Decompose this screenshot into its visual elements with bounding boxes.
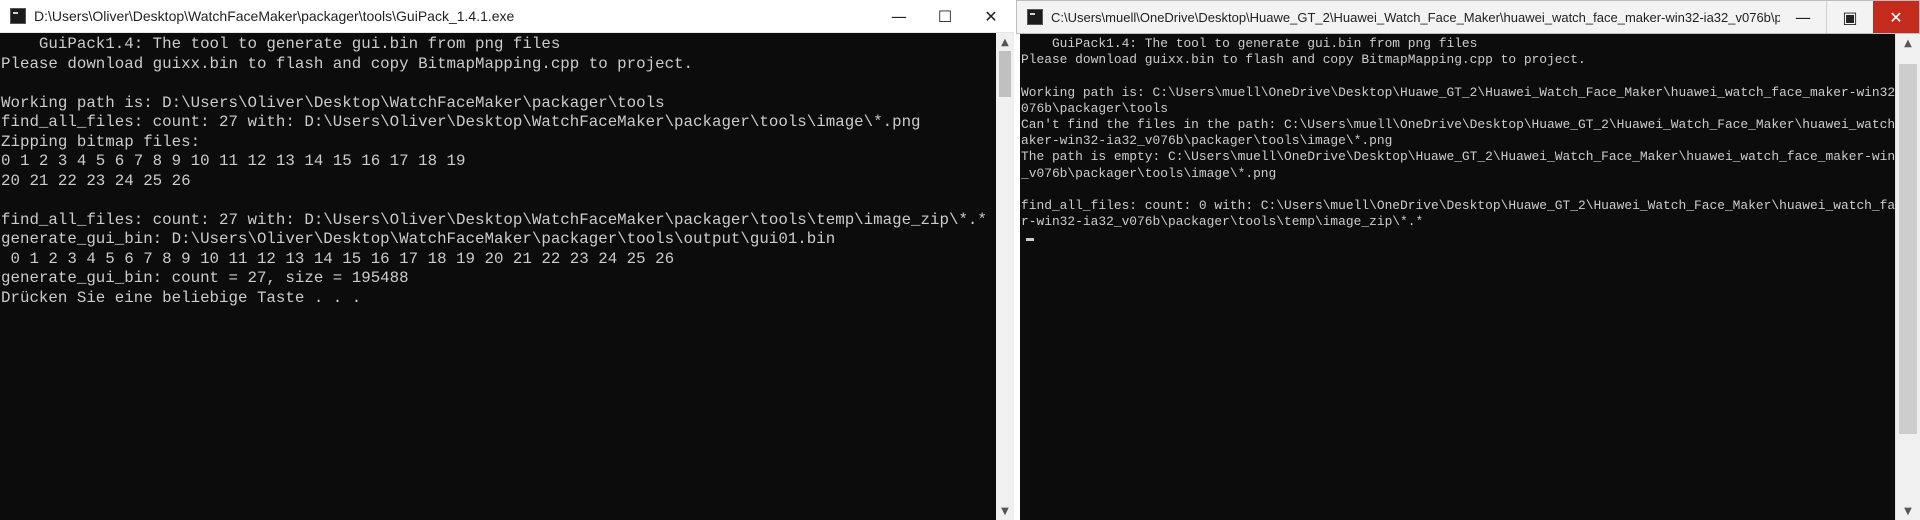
scroll-up-arrow-icon[interactable]: ▲ bbox=[996, 33, 1014, 51]
console-text: GuiPack1.4: The tool to generate gui.bin… bbox=[1021, 36, 1896, 230]
console-window-huawei-packager[interactable]: C:\Users\muell\OneDrive\Desktop\Huawe_GT… bbox=[1016, 0, 1920, 520]
scrollbar-thumb[interactable] bbox=[999, 51, 1011, 97]
console-text: GuiPack1.4: The tool to generate gui.bin… bbox=[1, 35, 987, 307]
scroll-up-arrow-icon[interactable]: ▲ bbox=[1896, 34, 1920, 52]
console-window-guipack-1-4-1[interactable]: D:\Users\Oliver\Desktop\WatchFaceMaker\p… bbox=[0, 0, 1014, 520]
window-title: C:\Users\muell\OneDrive\Desktop\Huawe_GT… bbox=[1051, 9, 1780, 25]
console-output-area[interactable]: GuiPack1.4: The tool to generate gui.bin… bbox=[0, 33, 996, 520]
window-title-bar[interactable]: D:\Users\Oliver\Desktop\WatchFaceMaker\p… bbox=[0, 0, 1014, 33]
scrollbar-thumb[interactable] bbox=[1899, 64, 1917, 434]
vertical-scrollbar[interactable]: ▲ ▼ bbox=[1895, 34, 1920, 520]
close-button[interactable]: ✕ bbox=[1873, 1, 1919, 33]
scroll-down-arrow-icon[interactable]: ▼ bbox=[996, 502, 1014, 520]
vertical-scrollbar[interactable]: ▲ ▼ bbox=[996, 33, 1014, 520]
console-output-area[interactable]: GuiPack1.4: The tool to generate gui.bin… bbox=[1020, 34, 1896, 520]
minimize-button[interactable]: — bbox=[1780, 1, 1826, 33]
close-button[interactable]: ✕ bbox=[968, 0, 1014, 33]
window-title-bar[interactable]: C:\Users\muell\OneDrive\Desktop\Huawe_GT… bbox=[1016, 0, 1920, 34]
console-app-icon bbox=[10, 8, 26, 24]
scroll-down-arrow-icon[interactable]: ▼ bbox=[1896, 502, 1920, 520]
text-cursor bbox=[1026, 238, 1034, 241]
maximize-button[interactable]: ☐ bbox=[922, 0, 968, 33]
console-app-icon bbox=[1027, 9, 1043, 25]
restore-button[interactable]: ▣ bbox=[1826, 1, 1873, 33]
minimize-button[interactable]: — bbox=[876, 0, 922, 33]
window-title: D:\Users\Oliver\Desktop\WatchFaceMaker\p… bbox=[34, 8, 515, 24]
